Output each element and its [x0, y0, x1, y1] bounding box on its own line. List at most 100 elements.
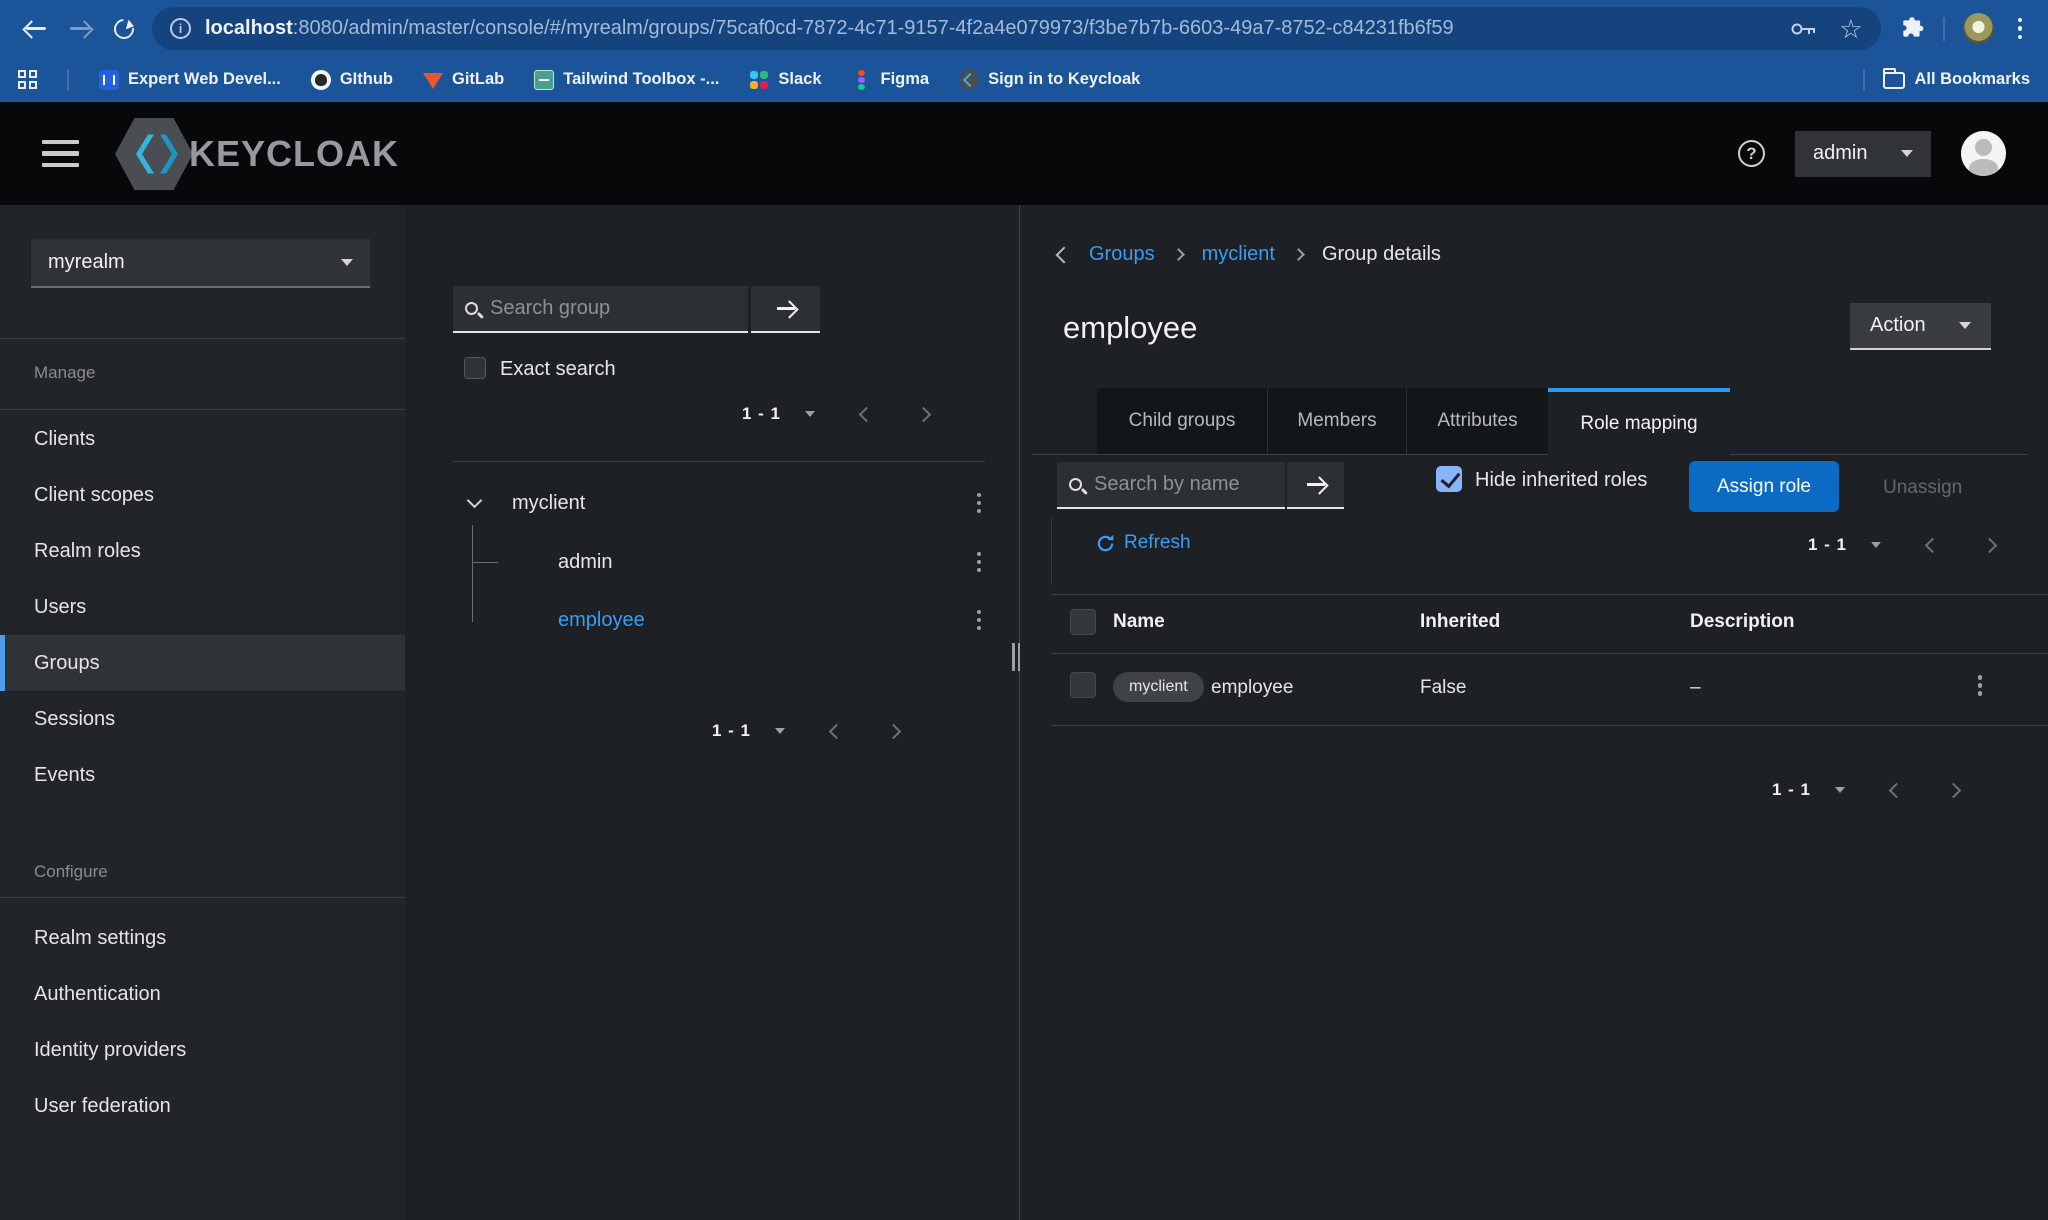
site-info-icon[interactable] — [170, 18, 191, 39]
exact-search-checkbox[interactable] — [464, 357, 486, 379]
role-name-cell: employee — [1211, 677, 1293, 699]
breadcrumb-myclient-link[interactable]: myclient — [1202, 243, 1275, 266]
user-avatar[interactable] — [1961, 131, 2006, 176]
sidebar-item-clients[interactable]: Clients — [0, 411, 405, 467]
refresh-icon — [1096, 534, 1115, 553]
pagination-range: 1 - 1 — [1808, 535, 1847, 555]
kebab-menu-icon[interactable] — [969, 493, 989, 514]
row-checkbox[interactable] — [1070, 672, 1096, 698]
browser-back-button[interactable] — [14, 7, 58, 51]
bookmark-expert-web[interactable]: Expert Web Devel... — [99, 70, 281, 90]
breadcrumb: Groups myclient Group details — [1058, 243, 1441, 266]
all-bookmarks-button[interactable]: All Bookmarks — [1883, 70, 2030, 89]
select-all-checkbox[interactable] — [1070, 609, 1096, 635]
pagination-menu-toggle-icon[interactable] — [805, 411, 815, 417]
previous-page-icon[interactable] — [1889, 782, 1905, 798]
chevron-right-icon — [1172, 248, 1185, 261]
role-search-field[interactable] — [1057, 462, 1285, 509]
inherited-cell: False — [1420, 677, 1466, 699]
password-key-icon[interactable] — [1790, 21, 1817, 37]
previous-page-icon[interactable] — [1925, 537, 1941, 553]
next-page-icon[interactable] — [1982, 537, 1998, 553]
extensions-puzzle-icon[interactable] — [1899, 16, 1925, 42]
tab-role-mapping[interactable]: Role mapping — [1548, 388, 1730, 455]
next-page-icon[interactable] — [886, 723, 902, 739]
tree-node-label[interactable]: myclient — [512, 492, 585, 515]
pagination-menu-toggle-icon[interactable] — [1871, 542, 1881, 548]
group-search-input[interactable] — [490, 297, 736, 320]
url-text[interactable]: localhost:8080/admin/master/console/#/my… — [205, 17, 1778, 40]
search-icon — [1069, 478, 1082, 491]
tree-node-label-selected[interactable]: employee — [558, 609, 645, 632]
assign-role-button[interactable]: Assign role — [1689, 461, 1839, 512]
bookmark-star-icon[interactable]: ☆ — [1839, 16, 1862, 42]
description-cell: – — [1690, 677, 1701, 699]
pagination-range: 1 - 1 — [742, 404, 781, 424]
next-page-icon[interactable] — [1946, 782, 1962, 798]
column-header-inherited[interactable]: Inherited — [1420, 611, 1500, 633]
kebab-menu-icon[interactable] — [969, 552, 989, 573]
refresh-label: Refresh — [1124, 532, 1191, 554]
browser-reload-button[interactable] — [102, 7, 146, 51]
bookmark-slack[interactable]: Slack — [749, 70, 821, 90]
keycloak-favicon — [959, 70, 979, 90]
group-details-panel: Groups myclient Group details employee A… — [1020, 205, 2048, 1220]
bookmark-keycloak-signin[interactable]: Sign in to Keycloak — [959, 70, 1140, 90]
sidebar-item-groups[interactable]: Groups — [0, 635, 405, 691]
breadcrumb-groups-link[interactable]: Groups — [1089, 243, 1155, 266]
sidebar-item-realm-roles[interactable]: Realm roles — [0, 523, 405, 579]
sidebar-item-users[interactable]: Users — [0, 579, 405, 635]
browser-menu-icon[interactable] — [2012, 18, 2029, 40]
role-search-submit-button[interactable] — [1287, 462, 1344, 509]
sidebar-item-identity-providers[interactable]: Identity providers — [0, 1022, 405, 1078]
sidebar-item-user-federation[interactable]: User federation — [0, 1078, 405, 1134]
user-menu-dropdown[interactable]: admin — [1795, 131, 1931, 177]
tab-child-groups[interactable]: Child groups — [1097, 388, 1267, 454]
apps-grid-icon[interactable] — [18, 70, 37, 89]
sidebar-item-events[interactable]: Events — [0, 747, 405, 803]
role-search-input[interactable] — [1094, 473, 1273, 496]
keycloak-brand[interactable]: KEYCLOAK — [115, 118, 399, 190]
slack-favicon — [749, 70, 769, 90]
sidebar-item-client-scopes[interactable]: Client scopes — [0, 467, 405, 523]
next-page-icon[interactable] — [916, 406, 932, 422]
sidebar-item-authentication[interactable]: Authentication — [0, 966, 405, 1022]
tab-members[interactable]: Members — [1267, 388, 1406, 454]
tree-node-label[interactable]: admin — [558, 551, 612, 574]
unassign-button[interactable]: Unassign — [1883, 477, 1962, 499]
previous-page-icon[interactable] — [829, 723, 845, 739]
tree-node-admin[interactable]: admin — [405, 540, 989, 584]
pagination-menu-toggle-icon[interactable] — [1835, 787, 1845, 793]
previous-page-icon[interactable] — [859, 406, 875, 422]
help-icon[interactable] — [1738, 140, 1765, 167]
bookmark-figma[interactable]: Figma — [852, 70, 930, 90]
tree-node-employee[interactable]: employee — [405, 598, 989, 642]
refresh-button[interactable]: Refresh — [1096, 532, 1191, 554]
pagination-menu-toggle-icon[interactable] — [775, 728, 785, 734]
bookmark-gitlab[interactable]: GitLab — [423, 70, 504, 89]
column-header-name[interactable]: Name — [1113, 611, 1165, 633]
realm-selector[interactable]: myrealm — [31, 239, 370, 288]
row-kebab-menu-icon[interactable] — [1970, 675, 1990, 696]
sidebar-item-sessions[interactable]: Sessions — [0, 691, 405, 747]
tailwind-favicon — [534, 70, 554, 90]
tab-attributes[interactable]: Attributes — [1406, 388, 1548, 454]
tree-node-myclient[interactable]: myclient — [405, 481, 989, 525]
breadcrumb-back-icon[interactable] — [1056, 246, 1073, 263]
nav-toggle-hamburger-icon[interactable] — [42, 140, 79, 168]
hide-inherited-roles-checkbox[interactable] — [1436, 466, 1462, 492]
address-bar[interactable]: localhost:8080/admin/master/console/#/my… — [152, 7, 1881, 50]
bookmark-github[interactable]: GIthub — [311, 70, 393, 90]
group-search-field[interactable] — [453, 286, 748, 333]
table-border — [1051, 725, 2048, 726]
tree-pagination-top: 1 - 1 — [742, 401, 929, 427]
kebab-menu-icon[interactable] — [969, 610, 989, 631]
group-search-submit-button[interactable] — [751, 286, 820, 333]
browser-profile-avatar[interactable] — [1963, 13, 1994, 44]
sidebar-item-realm-settings[interactable]: Realm settings — [0, 910, 405, 966]
bookmark-tailwind-toolbox[interactable]: Tailwind Toolbox -... — [534, 70, 719, 90]
tree-expand-chevron-icon[interactable] — [467, 493, 483, 509]
browser-forward-button[interactable] — [58, 7, 102, 51]
action-dropdown-button[interactable]: Action — [1850, 303, 1991, 350]
column-header-description[interactable]: Description — [1690, 611, 1795, 633]
